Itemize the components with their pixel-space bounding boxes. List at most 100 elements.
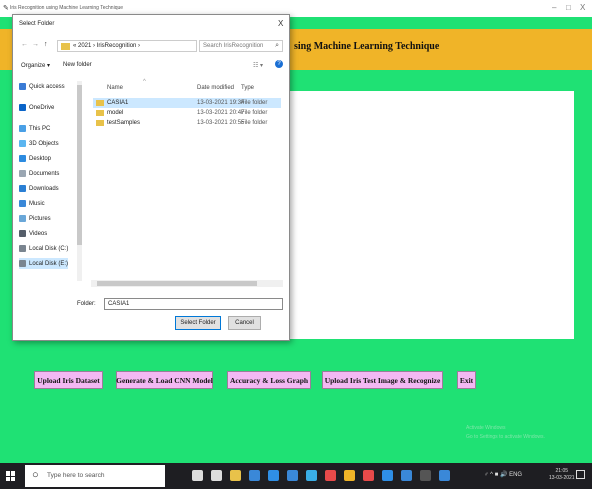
nav-item-label: Local Disk (E:)	[29, 260, 69, 267]
nav-item[interactable]: Documents	[19, 168, 59, 179]
notification-icon[interactable]	[576, 470, 585, 479]
task-view-icon[interactable]	[211, 470, 222, 481]
dialog-command-bar: Organize ▾ New folder ☷ ▾ ?	[13, 58, 289, 74]
nav-item-label: Pictures	[29, 215, 51, 222]
new-folder-button[interactable]: New folder	[63, 62, 92, 68]
forward-arrow-icon[interactable]: →	[32, 41, 39, 48]
cloud-icon	[19, 104, 26, 111]
file-list-horizontal-scrollbar[interactable]	[91, 280, 283, 287]
file-row[interactable]: testSamples 13-03-2021 20:55 File folder	[93, 118, 281, 128]
nav-item[interactable]: 3D Objects	[19, 138, 59, 149]
nav-item[interactable]: Local Disk (C:)	[19, 243, 68, 254]
drive-icon	[19, 245, 26, 252]
nav-item-label: Music	[29, 200, 45, 207]
edge-icon[interactable]	[268, 470, 279, 481]
terminal-icon[interactable]	[420, 470, 431, 481]
upload-test-image-recognize-button[interactable]: Upload Iris Test Image & Recognize	[322, 371, 443, 389]
scrollbar-thumb[interactable]	[97, 281, 257, 286]
music-icon	[19, 200, 26, 207]
nav-item[interactable]: OneDrive	[19, 102, 54, 113]
app-icon-1[interactable]	[306, 470, 317, 481]
nav-item-label: Quick access	[29, 83, 65, 90]
folder-search-input[interactable]: Search IrisRecognition ⌕	[199, 40, 283, 52]
nav-item[interactable]: Music	[19, 198, 45, 209]
scrollbar-thumb[interactable]	[77, 85, 82, 245]
nav-item[interactable]: Local Disk (E:)	[19, 258, 69, 269]
file-type: File folder	[241, 110, 268, 116]
address-bar[interactable]: « 2021 › IrisRecognition ›	[57, 40, 197, 52]
cancel-button[interactable]: Cancel	[228, 316, 261, 330]
close-icon[interactable]: X	[580, 3, 585, 12]
organize-button[interactable]: Organize ▾	[21, 62, 50, 69]
file-row[interactable]: model 13-03-2021 20:47 File folder	[93, 108, 281, 118]
drive-icon	[19, 260, 26, 267]
banner-title: sing Machine Learning Technique	[294, 41, 440, 52]
app-window-title: Iris Recognition using Machine Learning …	[10, 5, 124, 11]
folder-icon	[61, 43, 70, 50]
python-icon[interactable]	[439, 470, 450, 481]
nav-item-label: Desktop	[29, 155, 52, 162]
clock-time: 21:05	[555, 468, 569, 474]
taskbar-search-box[interactable]: ○ Type here to search	[25, 465, 165, 487]
app-icon-5[interactable]	[401, 470, 412, 481]
dialog-close-icon[interactable]: X	[278, 19, 283, 28]
exit-button[interactable]: Exit	[457, 371, 476, 389]
up-arrow-icon[interactable]: ↑	[44, 41, 48, 48]
cube-icon	[19, 140, 26, 147]
folder-icon	[96, 110, 104, 116]
sort-caret-icon: ^	[143, 79, 146, 85]
file-explorer-icon[interactable]	[230, 470, 241, 481]
back-arrow-icon[interactable]: ←	[21, 41, 28, 48]
file-date: 13-03-2021 20:47	[197, 110, 245, 116]
windows-taskbar: ○ Type here to search ♂ ^ ■ 🔊 ENG 21:05 …	[0, 463, 592, 489]
file-name: CASIA1	[107, 100, 129, 106]
app-icon-2[interactable]	[325, 470, 336, 481]
view-options-icon[interactable]: ☷ ▾	[253, 62, 263, 69]
app-icon-3[interactable]	[363, 470, 374, 481]
search-icon: ⌕	[275, 42, 279, 49]
column-header-name[interactable]: Name	[107, 85, 123, 91]
activation-watermark-text: Go to Settings to activate Windows.	[466, 434, 545, 440]
file-date: 13-03-2021 20:55	[197, 120, 245, 126]
navigation-pane-scrollbar[interactable]	[77, 81, 82, 281]
help-icon[interactable]: ?	[275, 60, 283, 68]
accuracy-loss-graph-button[interactable]: Accuracy & Loss Graph	[227, 371, 311, 389]
maximize-icon[interactable]: □	[566, 3, 571, 12]
nav-item-label: Local Disk (C:)	[29, 245, 69, 252]
output-text-area[interactable]	[287, 91, 574, 339]
taskbar-clock[interactable]: 21:05 13-03-2021	[549, 468, 575, 482]
windows-start-icon[interactable]	[6, 471, 16, 481]
minimize-icon[interactable]: –	[552, 3, 556, 12]
mail-icon[interactable]	[287, 470, 298, 481]
select-folder-button[interactable]: Select Folder	[175, 316, 221, 330]
file-type: File folder	[241, 100, 268, 106]
column-header-date-modified[interactable]: Date modified	[197, 85, 234, 91]
generate-load-cnn-model-button[interactable]: Generate & Load CNN Model	[116, 371, 213, 389]
system-tray[interactable]: ♂ ^ ■ 🔊 ENG	[484, 471, 522, 478]
nav-item[interactable]: This PC	[19, 123, 50, 134]
nav-item[interactable]: Downloads	[19, 183, 59, 194]
column-header-type[interactable]: Type	[241, 85, 254, 91]
document-icon	[19, 170, 26, 177]
upload-iris-dataset-button[interactable]: Upload Iris Dataset	[34, 371, 103, 389]
nav-item-label: Videos	[29, 230, 48, 237]
address-path: « 2021 › IrisRecognition ›	[73, 43, 141, 49]
chrome-icon[interactable]	[344, 470, 355, 481]
search-circle-icon: ○	[32, 469, 39, 481]
nav-item[interactable]: Videos	[19, 228, 47, 239]
nav-item[interactable]: Pictures	[19, 213, 51, 224]
video-icon	[19, 230, 26, 237]
taskbar-search-placeholder: Type here to search	[47, 472, 105, 479]
file-date: 13-03-2021 19:34	[197, 100, 245, 106]
file-type: File folder	[241, 120, 268, 126]
cortana-icon[interactable]	[192, 470, 203, 481]
store-icon[interactable]	[249, 470, 260, 481]
nav-item-label: OneDrive	[29, 104, 55, 111]
nav-item[interactable]: Quick access	[19, 81, 65, 92]
app-icon-4[interactable]	[382, 470, 393, 481]
file-row[interactable]: CASIA1 13-03-2021 19:34 File folder	[93, 98, 281, 108]
star-icon	[19, 83, 26, 90]
folder-name-input[interactable]: CASIA1	[104, 298, 283, 310]
nav-item[interactable]: Desktop	[19, 153, 51, 164]
picture-icon	[19, 215, 26, 222]
